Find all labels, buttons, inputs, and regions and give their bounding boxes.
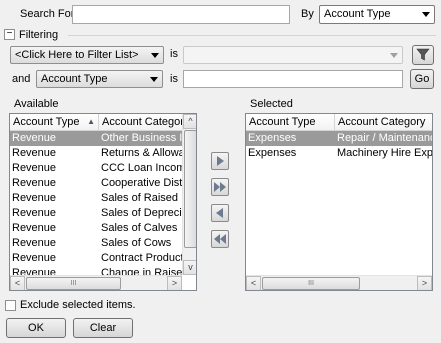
column-header-label: Account Type [13, 116, 80, 128]
account-category-cell: Cooperative Distribu [101, 177, 182, 189]
account-type-cell: Revenue [12, 237, 57, 249]
clear-button[interactable]: Clear [73, 318, 133, 338]
move-right-button[interactable] [211, 152, 229, 170]
selected-col-account-category[interactable]: Account Category [335, 114, 432, 131]
go-button[interactable]: Go [410, 69, 434, 89]
available-row[interactable]: Revenue CCC Loan Income [10, 161, 182, 176]
search-by-label: By [301, 8, 314, 20]
arrow-left-icon [216, 208, 223, 218]
funnel-icon [416, 48, 430, 61]
horizontal-scroll-thumb[interactable]: III [262, 277, 360, 290]
chevron-down-icon [422, 12, 430, 17]
account-category-cell: Sales of Cows [101, 237, 172, 249]
is-label-1: is [170, 48, 178, 60]
account-type-cell: Revenue [12, 192, 57, 204]
account-type-cell: Revenue [12, 252, 57, 264]
is-label-2: is [170, 73, 178, 85]
collapse-icon: − [6, 28, 13, 39]
chevron-down-icon [150, 77, 158, 82]
account-type-cell: Expenses [248, 147, 297, 159]
available-row[interactable]: Revenue Other Business Inco [10, 131, 182, 146]
account-category-cell: Repair / Maintenance Ex [337, 132, 432, 144]
account-category-cell: Sales of Raised Bree [101, 192, 182, 204]
and-field-dropdown[interactable]: Account Type [36, 70, 163, 88]
search-by-value: Account Type [324, 8, 391, 20]
available-col-account-category[interactable]: Account Category [99, 114, 183, 131]
account-type-cell: Revenue [12, 177, 57, 189]
exclude-selected-label: Exclude selected items. [20, 299, 136, 311]
account-category-cell: Other Business Inco [101, 132, 182, 144]
vertical-scroll-thumb[interactable] [184, 130, 196, 248]
search-by-dropdown[interactable]: Account Type [319, 5, 435, 24]
available-row[interactable]: Revenue Sales of Raised Bree [10, 191, 182, 206]
account-type-cell: Revenue [12, 132, 57, 144]
available-row[interactable]: Revenue Cooperative Distribu [10, 176, 182, 191]
and-field-value: Account Type [41, 73, 108, 85]
move-all-left-button[interactable] [211, 230, 229, 248]
account-type-cell: Revenue [12, 147, 57, 159]
column-header-label: Account Type [249, 116, 316, 128]
filtering-collapse-toggle[interactable]: − [4, 29, 15, 40]
chevron-down-icon [151, 53, 159, 58]
column-header-label: Account Category [338, 116, 426, 128]
scroll-down-icon[interactable]: v [183, 260, 196, 275]
available-list[interactable]: Account Type ▲ Account Category Revenue O… [9, 113, 197, 291]
scroll-right-icon[interactable]: > [167, 276, 182, 290]
move-all-right-button[interactable] [211, 178, 229, 196]
available-row[interactable]: Revenue Contract Production [10, 251, 182, 266]
scroll-left-icon[interactable]: < [246, 276, 261, 290]
account-type-cell: Revenue [12, 162, 57, 174]
available-title: Available [14, 98, 59, 110]
selected-list[interactable]: Account Type Account Category Expenses Re… [245, 113, 433, 291]
scroll-left-icon[interactable]: < [10, 276, 25, 290]
selected-row[interactable]: Expenses Repair / Maintenance Ex [246, 131, 432, 146]
filter-value-input[interactable] [183, 70, 403, 88]
account-type-cell: Revenue [12, 207, 57, 219]
account-category-cell: Machinery Hire Expense [337, 147, 432, 159]
available-col-account-type[interactable]: Account Type ▲ [10, 114, 99, 131]
account-type-cell: Expenses [248, 132, 297, 144]
filter-value-dropdown[interactable] [183, 46, 403, 64]
available-row[interactable]: Revenue Sales of Depreciable [10, 206, 182, 221]
column-header-label: Account Category [102, 116, 183, 128]
account-category-cell: Sales of Calves [101, 222, 178, 234]
ok-button[interactable]: OK [6, 318, 66, 338]
account-category-cell: CCC Loan Income [101, 162, 182, 174]
available-horizontal-scrollbar[interactable]: < III > [10, 275, 182, 290]
account-category-cell: Sales of Depreciable [101, 207, 182, 219]
account-type-cell: Revenue [12, 222, 57, 234]
scroll-up-icon[interactable]: ^ [183, 114, 196, 129]
double-arrow-right-icon [214, 182, 226, 192]
search-input[interactable] [72, 5, 290, 24]
double-arrow-left-icon [214, 234, 226, 244]
available-row[interactable]: Revenue Sales of Cows [10, 236, 182, 251]
sort-ascending-icon: ▲ [87, 117, 95, 126]
and-label: and [12, 73, 31, 85]
search-for-label: Search For [20, 8, 75, 20]
scroll-right-icon[interactable]: > [417, 276, 432, 290]
filter-button[interactable] [412, 45, 434, 65]
filtering-label: Filtering [19, 29, 59, 41]
selected-row[interactable]: Expenses Machinery Hire Expense [246, 146, 432, 161]
account-category-cell: Returns & Allowance [101, 147, 182, 159]
selected-col-account-type[interactable]: Account Type [246, 114, 335, 131]
available-vertical-scrollbar[interactable]: ^ v [182, 114, 196, 275]
move-left-button[interactable] [211, 204, 229, 222]
available-row[interactable]: Revenue Sales of Calves [10, 221, 182, 236]
account-category-cell: Contract Production [101, 252, 182, 264]
available-row[interactable]: Revenue Returns & Allowance [10, 146, 182, 161]
chevron-down-icon [390, 53, 398, 58]
horizontal-scroll-thumb[interactable]: III [26, 277, 121, 290]
exclude-selected-checkbox[interactable] [5, 300, 16, 311]
filter-list-dropdown[interactable]: <Click Here to Filter List> [10, 46, 164, 64]
arrow-right-icon [217, 156, 224, 166]
selected-horizontal-scrollbar[interactable]: < III > [246, 275, 432, 290]
filter-list-value: <Click Here to Filter List> [15, 49, 139, 61]
filtering-divider [68, 35, 436, 36]
selected-title: Selected [250, 98, 293, 110]
